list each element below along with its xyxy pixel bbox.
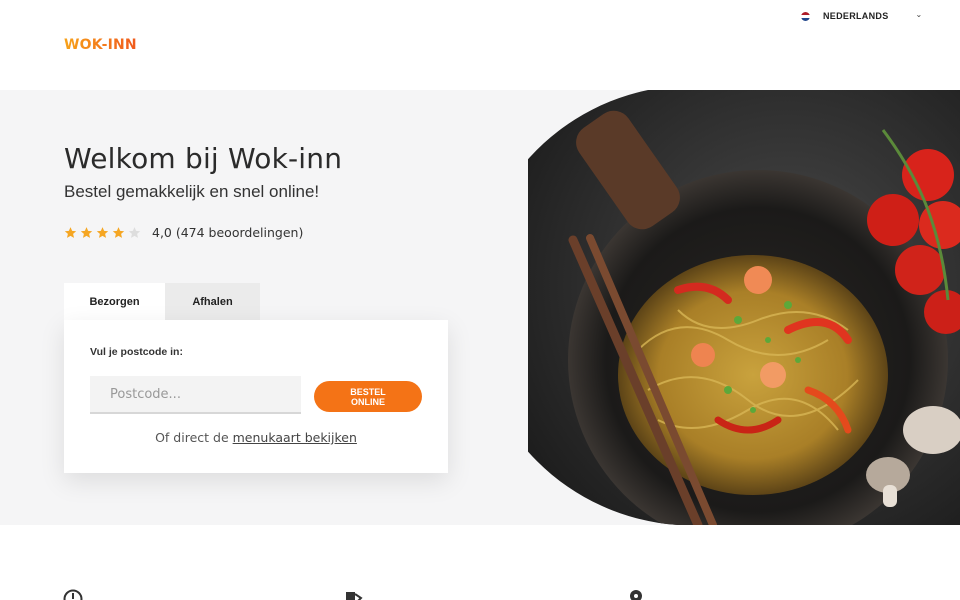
order-online-button[interactable]: BESTEL ONLINE bbox=[314, 381, 422, 412]
clock-icon bbox=[63, 589, 83, 600]
site-header: WOK-INN NEDERLANDS ⌄ bbox=[0, 0, 960, 90]
language-label: NEDERLANDS bbox=[823, 11, 889, 21]
page-subtitle: Bestel gemakkelijk en snel online! bbox=[64, 182, 320, 201]
logo-text: WOK-INN bbox=[64, 37, 137, 53]
page-title: Welkom bij Wok-inn bbox=[64, 142, 343, 175]
hero-section: Welkom bij Wok-inn Bestel gemakkelijk en… bbox=[0, 90, 960, 525]
menu-hint-prefix: Of direct de bbox=[155, 430, 233, 445]
rating-text: 4,0 (474 beoordelingen) bbox=[152, 225, 304, 240]
tab-delivery[interactable]: Bezorgen bbox=[64, 283, 165, 321]
rating: 4,0 (474 beoordelingen) bbox=[64, 225, 303, 240]
menu-link[interactable]: menukaart bekijken bbox=[233, 430, 357, 445]
star-icon bbox=[64, 227, 77, 238]
postcode-label: Vul je postcode in: bbox=[90, 346, 183, 358]
language-selector[interactable]: NEDERLANDS ⌄ bbox=[801, 9, 922, 23]
tab-pickup[interactable]: Afhalen bbox=[165, 283, 260, 321]
star-icon bbox=[80, 227, 93, 238]
order-button-line2: ONLINE bbox=[350, 396, 385, 407]
order-card: Vul je postcode in: BESTEL ONLINE Of dir… bbox=[64, 320, 448, 473]
star-icon bbox=[112, 227, 125, 238]
chevron-down-icon: ⌄ bbox=[915, 9, 923, 19]
hero-food-image bbox=[528, 90, 960, 525]
location-pin-icon bbox=[630, 590, 642, 600]
star-icon bbox=[96, 227, 109, 238]
star-icon bbox=[128, 227, 141, 238]
order-button-line1: BESTEL bbox=[350, 386, 386, 397]
menu-hint: Of direct de menukaart bekijken bbox=[64, 430, 448, 445]
flag-nl-icon bbox=[801, 11, 810, 21]
postcode-input[interactable] bbox=[90, 376, 301, 414]
logo[interactable]: WOK-INN bbox=[64, 37, 137, 53]
payment-icon bbox=[346, 592, 363, 600]
